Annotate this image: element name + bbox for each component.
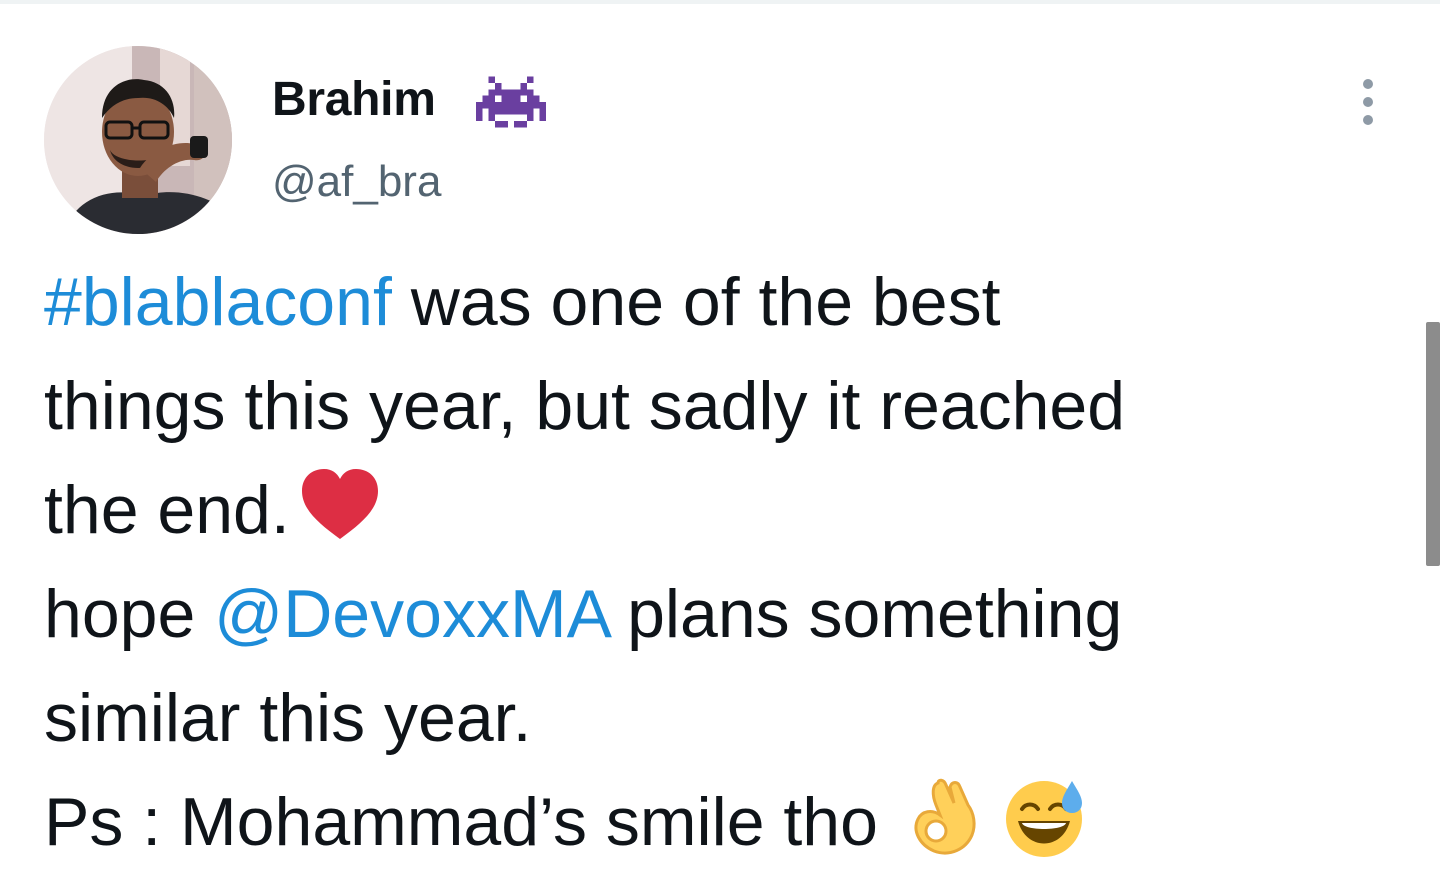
top-divider: [0, 0, 1440, 4]
more-options-button[interactable]: [1348, 72, 1388, 132]
grinning-sweat-face-icon: [1002, 775, 1086, 859]
tweet-line-2: things this year, but sadly it reached: [44, 368, 1126, 444]
red-heart-icon: [298, 463, 382, 547]
tweet-text-segment: was one of the best: [391, 264, 1001, 340]
tweet-line-3: the end.: [44, 458, 1414, 562]
tweet-page: Brahim @af_bra #blablaconf was one of th: [0, 0, 1440, 892]
tweet-line-4: hope @DevoxxMA plans something: [44, 562, 1414, 666]
hashtag-link[interactable]: #blablaconf: [44, 264, 392, 340]
profile-photo-icon: [44, 46, 232, 234]
tweet-text-segment: Ps : Mohammad’s smile tho: [44, 784, 878, 860]
tweet-line-5: similar this year.: [44, 680, 532, 756]
tweet-text-segment: plans something: [608, 576, 1123, 652]
tweet-text-segment: hope: [44, 576, 215, 652]
more-vertical-icon: [1363, 79, 1373, 125]
tweet-line-6: Ps : Mohammad’s smile tho: [44, 770, 1414, 874]
scrollbar-thumb[interactable]: [1426, 322, 1440, 566]
ok-hand-icon: [902, 775, 986, 859]
tweet-body: #blablaconf was one of the best things t…: [44, 250, 1414, 874]
display-name[interactable]: Brahim: [272, 70, 436, 130]
space-invader-icon: [476, 74, 546, 130]
tweet-line-1: #blablaconf was one of the best: [44, 250, 1414, 354]
avatar[interactable]: [44, 46, 232, 234]
mention-link[interactable]: @DevoxxMA: [214, 576, 608, 652]
tweet-text-segment: the end.: [44, 472, 290, 548]
user-handle[interactable]: @af_bra: [272, 154, 441, 210]
